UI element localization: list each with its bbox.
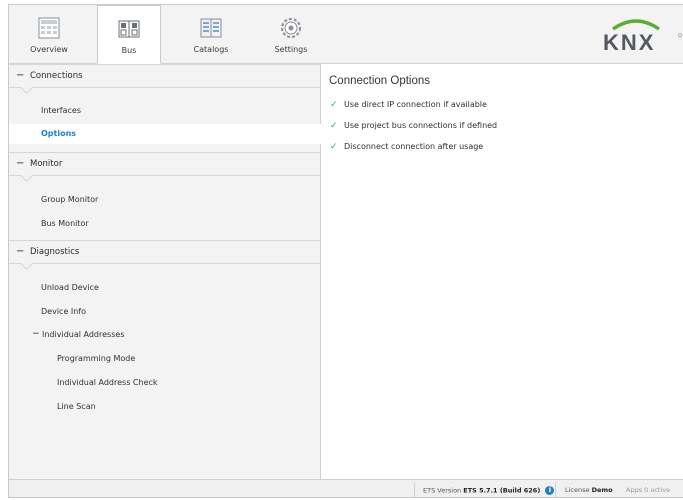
option-direct-ip[interactable]: ✓ Use direct IP connection if available xyxy=(330,100,487,110)
ribbon: Overview Bus Catalogs Settings KNX xyxy=(9,5,683,64)
section-connections[interactable]: − Connections xyxy=(9,64,320,94)
ets-window: Overview Bus Catalogs Settings KNX − Con… xyxy=(8,4,683,498)
info-icon[interactable]: i xyxy=(545,486,555,495)
page-title: Connection Options xyxy=(329,75,431,87)
tab-bus-label: Bus xyxy=(121,46,137,55)
section-diagnostics-label: Diagnostics xyxy=(30,247,80,257)
check-icon: ✓ xyxy=(330,121,338,131)
tab-catalogs-label: Catalogs xyxy=(193,45,229,54)
status-separator xyxy=(414,482,415,497)
option-label: Disconnect connection after usage xyxy=(344,142,484,151)
settings-gear-icon xyxy=(281,18,301,38)
license-status: License Demo xyxy=(565,486,613,494)
apps-status: Apps 0 active xyxy=(626,486,670,494)
svg-text:KNX: KNX xyxy=(603,30,655,53)
sidebar-item-programming-mode[interactable]: Programming Mode xyxy=(57,354,135,363)
section-monitor-label: Monitor xyxy=(30,159,63,169)
sidebar-item-device-info[interactable]: Device Info xyxy=(41,307,86,316)
status-bar: ETS Version ETS 5.7.1 (Build 626) i Lice… xyxy=(9,479,683,497)
sidebar-item-options-label: Options xyxy=(41,129,77,138)
sidebar-item-unload-device[interactable]: Unload Device xyxy=(41,283,99,292)
apps-label: Apps xyxy=(626,486,643,494)
license-value: Demo xyxy=(591,486,613,494)
section-connections-label: Connections xyxy=(30,71,83,81)
sidebar-item-options[interactable]: Options xyxy=(9,124,321,144)
check-icon: ✓ xyxy=(330,142,338,152)
tab-overview-label: Overview xyxy=(30,45,68,54)
section-diagnostics[interactable]: − Diagnostics xyxy=(9,240,320,270)
main-panel: Connection Options ✓ Use direct IP connec… xyxy=(321,64,683,479)
bus-icon xyxy=(118,20,140,38)
tab-settings[interactable]: Settings xyxy=(259,5,323,63)
tab-catalogs[interactable]: Catalogs xyxy=(179,5,243,63)
sidebar-item-individual-addresses[interactable]: Individual Addresses xyxy=(42,330,124,339)
check-icon: ✓ xyxy=(330,100,338,110)
ets-version: ETS Version ETS 5.7.1 (Build 626) i xyxy=(423,486,555,495)
sidebar-item-bus-monitor[interactable]: Bus Monitor xyxy=(41,219,89,228)
knx-logo: KNX xyxy=(603,19,682,53)
sidebar-item-line-scan[interactable]: Line Scan xyxy=(57,402,96,411)
ets-version-value: ETS 5.7.1 (Build 626) xyxy=(463,486,541,495)
sidebar: − Connections Interfaces Options − Monit… xyxy=(9,64,321,479)
status-separator xyxy=(555,482,556,497)
option-label: Use direct IP connection if available xyxy=(344,100,487,109)
apps-value: 0 active xyxy=(644,486,671,494)
tab-overview[interactable]: Overview xyxy=(17,5,81,63)
option-project-bus[interactable]: ✓ Use project bus connections if defined xyxy=(330,121,497,131)
option-disconnect-after-usage[interactable]: ✓ Disconnect connection after usage xyxy=(330,142,483,152)
sidebar-item-individual-address-check[interactable]: Individual Address Check xyxy=(57,378,158,387)
tab-settings-label: Settings xyxy=(274,45,308,54)
overview-icon xyxy=(38,17,60,39)
sidebar-item-interfaces[interactable]: Interfaces xyxy=(41,106,81,115)
collapse-icon[interactable]: − xyxy=(32,329,40,339)
option-label: Use project bus connections if defined xyxy=(344,121,498,130)
ets-version-label: ETS Version xyxy=(423,486,462,495)
sidebar-item-group-monitor[interactable]: Group Monitor xyxy=(41,195,98,204)
tab-bus[interactable]: Bus xyxy=(97,5,161,64)
license-label: License xyxy=(565,486,590,494)
section-monitor[interactable]: − Monitor xyxy=(9,152,320,182)
catalogs-icon xyxy=(200,18,222,38)
